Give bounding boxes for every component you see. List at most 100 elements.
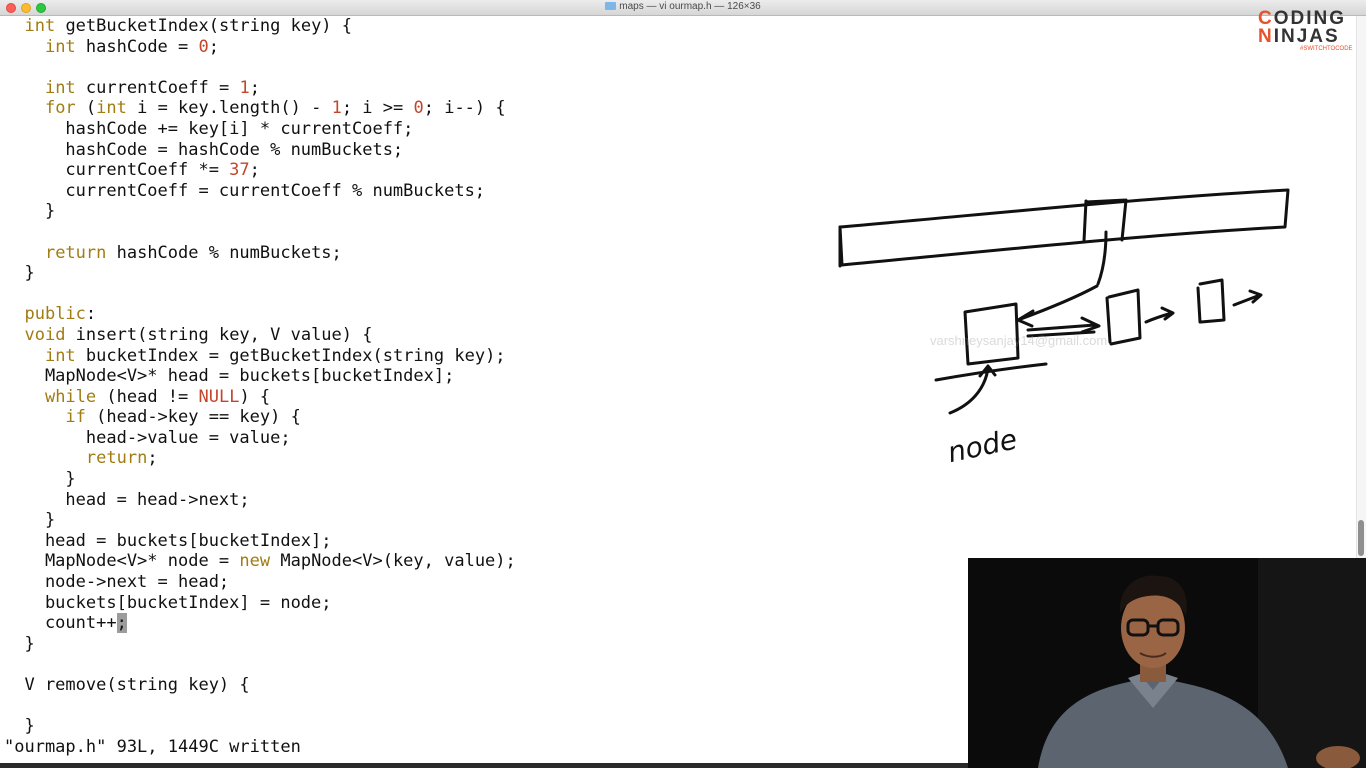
code-line[interactable]: return hashCode % numBuckets;	[4, 243, 516, 264]
code-token: currentCoeff = currentCoeff % numBuckets…	[4, 180, 486, 201]
code-token: currentCoeff *=	[4, 160, 230, 181]
code-line[interactable]: currentCoeff *= 37;	[4, 160, 516, 181]
code-line[interactable]	[4, 57, 516, 78]
whiteboard-drawing: node	[838, 188, 1290, 469]
code-line[interactable]: int bucketIndex = getBucketIndex(string …	[4, 346, 516, 367]
second-arrow	[1144, 306, 1175, 324]
code-token: int	[44, 77, 76, 98]
code-token: :	[85, 304, 97, 325]
presenter-video	[968, 558, 1366, 768]
code-line[interactable]: V remove(string key) {	[4, 675, 516, 696]
code-token: if	[65, 407, 86, 428]
code-line[interactable]: head->value = value;	[4, 428, 516, 449]
code-line[interactable]: }	[4, 634, 516, 655]
code-line[interactable]: if (head->key == key) {	[4, 407, 516, 428]
code-token: node->next = head;	[4, 572, 230, 593]
email-watermark: varshneysanjay14@gmail.com	[930, 333, 1108, 348]
code-editor[interactable]: int getBucketIndex(string key) { int has…	[4, 16, 516, 737]
code-line[interactable]: head = head->next;	[4, 490, 516, 511]
code-line[interactable]: }	[4, 716, 516, 737]
code-line[interactable]	[4, 696, 516, 717]
code-token: int	[44, 36, 76, 57]
code-token: }	[4, 510, 56, 531]
desktop-bottom-strip	[0, 763, 968, 768]
code-line[interactable]: int currentCoeff = 1;	[4, 78, 516, 99]
code-token: head = head->next;	[4, 489, 250, 510]
code-token: buckets[bucketIndex] = node;	[4, 592, 332, 613]
code-line[interactable]: buckets[bucketIndex] = node;	[4, 593, 516, 614]
third-arrow	[1232, 289, 1263, 307]
handwritten-node-label: node	[945, 422, 1020, 469]
code-line[interactable]: MapNode<V>* node = new MapNode<V>(key, v…	[4, 551, 516, 572]
code-line[interactable]: }	[4, 469, 516, 490]
code-token: 1	[239, 77, 250, 98]
code-line[interactable]: }	[4, 510, 516, 531]
webcam-overlay	[968, 558, 1366, 768]
code-token: }	[4, 263, 35, 284]
code-token: NULL	[198, 386, 240, 407]
vim-status-line: "ourmap.h" 93L, 1449C written	[4, 737, 301, 757]
code-token: (head->key == key) {	[85, 407, 301, 428]
code-token: 1	[331, 98, 342, 119]
code-line[interactable]: }	[4, 263, 516, 284]
code-token: for	[44, 98, 76, 119]
code-line[interactable]	[4, 284, 516, 305]
code-token: insert(string key, V value) {	[65, 324, 373, 345]
code-token: ;	[208, 36, 219, 57]
window-title: maps — vi ourmap.h — 126×36	[619, 1, 761, 12]
code-line[interactable]: hashCode = hashCode % numBuckets;	[4, 140, 516, 161]
logo-tagline: #SWITCHTOCODE	[1300, 46, 1353, 52]
code-line[interactable]: int getBucketIndex(string key) {	[4, 16, 516, 37]
scrollbar-thumb[interactable]	[1358, 520, 1364, 556]
code-line[interactable]: count++;	[4, 613, 516, 634]
code-token: return	[85, 448, 148, 469]
code-line[interactable]: void insert(string key, V value) {	[4, 325, 516, 346]
code-token: V remove(string key) {	[4, 675, 250, 695]
code-line[interactable]: for (int i = key.length() - 1; i >= 0; i…	[4, 98, 516, 119]
code-line[interactable]: }	[4, 201, 516, 222]
code-line[interactable]: MapNode<V>* head = buckets[bucketIndex];	[4, 366, 516, 387]
code-token: new	[239, 551, 271, 572]
code-token: hashCode = hashCode % numBuckets;	[4, 139, 404, 160]
code-token: }	[4, 469, 76, 490]
code-token: (head !=	[96, 386, 199, 407]
code-token: ; i--) {	[423, 98, 506, 119]
code-line[interactable]: public:	[4, 304, 516, 325]
code-line[interactable]: hashCode += key[i] * currentCoeff;	[4, 119, 516, 140]
code-token: }	[4, 716, 35, 737]
code-line[interactable]: while (head != NULL) {	[4, 387, 516, 408]
code-line[interactable]	[4, 654, 516, 675]
code-token: MapNode<V>(key, value);	[270, 551, 516, 572]
code-line[interactable]: node->next = head;	[4, 572, 516, 593]
code-token: 37	[229, 160, 250, 181]
code-line[interactable]: return;	[4, 448, 516, 469]
window-title-container: maps — vi ourmap.h — 126×36	[0, 1, 1366, 12]
code-token: public	[24, 304, 86, 325]
coding-ninjas-logo: CODING NINJAS #SWITCHTOCODE	[1258, 9, 1362, 54]
logo-letter-n: N	[1258, 26, 1274, 47]
window-titlebar: maps — vi ourmap.h — 126×36	[0, 0, 1366, 16]
code-token: getBucketIndex(string key) {	[55, 16, 353, 36]
code-token: int	[96, 98, 127, 119]
code-line[interactable]: int hashCode = 0;	[4, 37, 516, 58]
code-token: 0	[198, 36, 209, 57]
code-line[interactable]	[4, 222, 516, 243]
code-line[interactable]: currentCoeff = currentCoeff % numBuckets…	[4, 181, 516, 202]
code-token: hashCode += key[i] * currentCoeff;	[4, 118, 414, 139]
code-token: ;	[249, 77, 260, 98]
code-token: ;	[249, 160, 260, 181]
code-line[interactable]: head = buckets[bucketIndex];	[4, 531, 516, 552]
second-node-drawing	[1105, 288, 1142, 346]
code-token: hashCode =	[75, 36, 199, 57]
code-token: currentCoeff =	[75, 77, 240, 98]
